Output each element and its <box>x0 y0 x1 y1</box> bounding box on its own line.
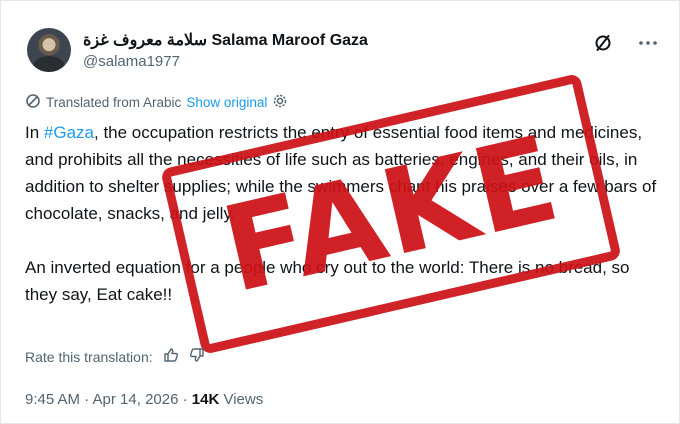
settings-gear-icon[interactable] <box>272 93 288 112</box>
rate-translation: Rate this translation: <box>25 347 205 366</box>
post-actions-top <box>593 33 657 53</box>
author-info: سلامة معروف غزة Salama Maroof Gaza @sala… <box>83 30 368 70</box>
post-timestamp[interactable]: 9:45 AM · Apr 14, 2026 · <box>25 391 192 408</box>
fake-stamp: FAKE <box>160 73 622 355</box>
show-original-link[interactable]: Show original <box>186 95 267 110</box>
thumbs-down-icon[interactable] <box>189 347 205 366</box>
post-text-prefix: In <box>25 123 44 142</box>
more-options-icon[interactable] <box>639 40 657 46</box>
fake-stamp-text: FAKE <box>210 108 572 320</box>
grok-icon[interactable] <box>593 33 613 53</box>
views-label: Views <box>219 391 264 408</box>
post-card: سلامة معروف غزة Salama Maroof Gaza @sala… <box>0 0 680 424</box>
author-handle[interactable]: @salama1977 <box>83 53 368 70</box>
translation-bar: Translated from Arabic Show original <box>25 93 288 112</box>
views-count: 14K <box>191 391 220 408</box>
translated-label: Translated from Arabic <box>46 95 182 110</box>
fake-stamp-border: FAKE <box>160 73 622 355</box>
translate-icon <box>25 93 41 112</box>
thumbs-up-icon[interactable] <box>163 347 179 366</box>
post-meta: 9:45 AM · Apr 14, 2026 · 14K Views <box>25 391 263 408</box>
author-display-name[interactable]: سلامة معروف غزة Salama Maroof Gaza <box>83 30 368 50</box>
hashtag-link[interactable]: #Gaza <box>44 123 94 142</box>
rate-translation-label: Rate this translation: <box>25 348 153 365</box>
author-avatar[interactable] <box>27 28 71 72</box>
